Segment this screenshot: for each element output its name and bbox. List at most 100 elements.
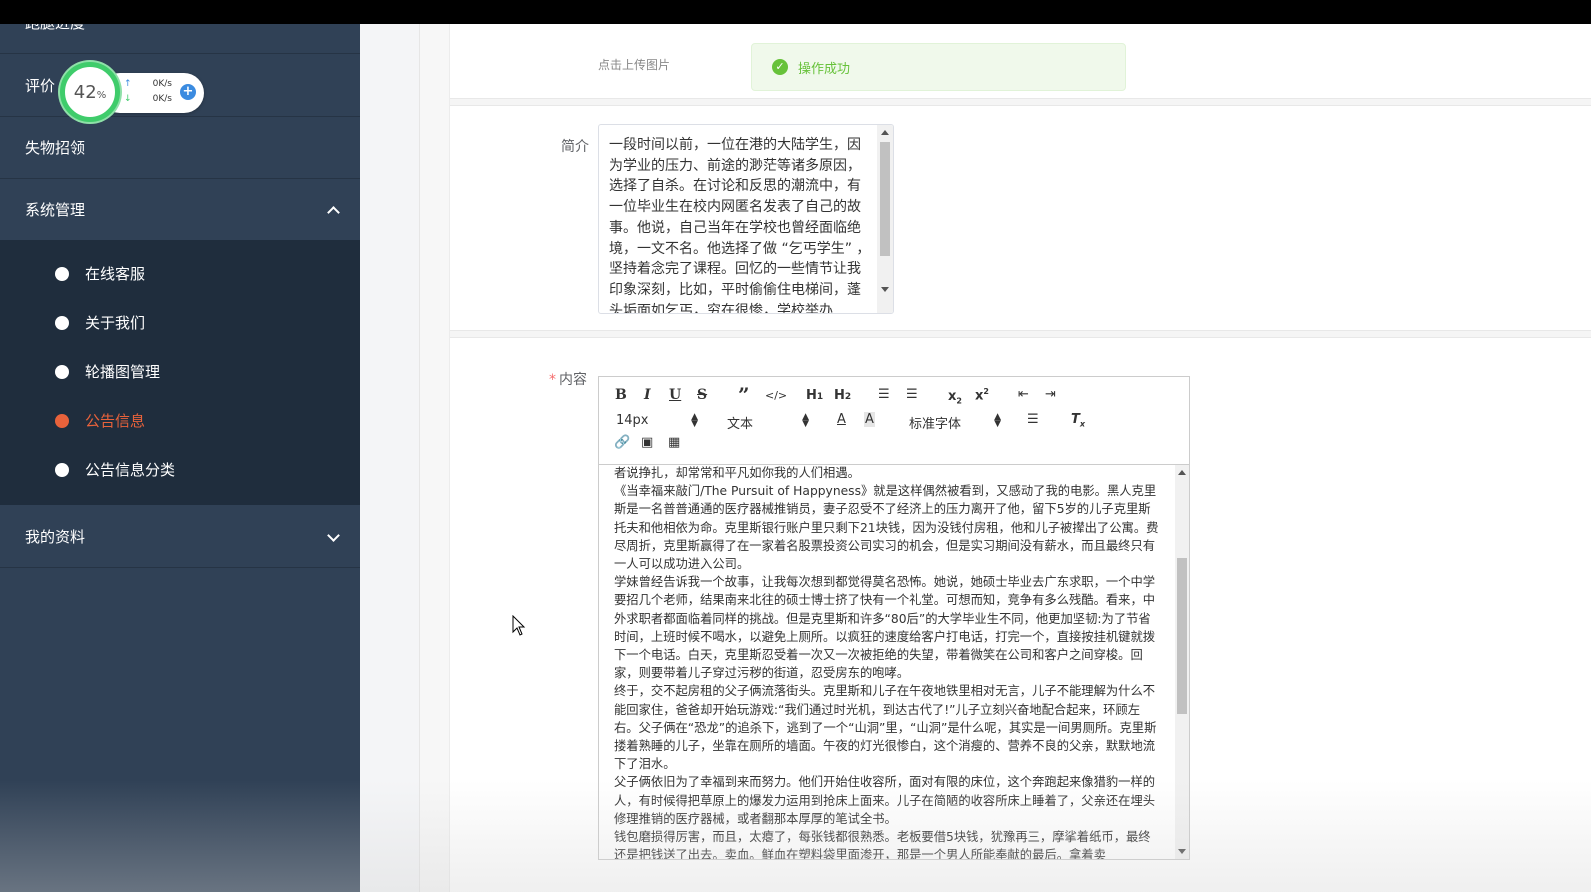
scroll-thumb[interactable] bbox=[1177, 558, 1187, 714]
upload-speed: ↑ 0K/s bbox=[124, 79, 172, 89]
mouse-cursor-icon bbox=[512, 615, 526, 636]
font-size-value: 14px bbox=[616, 413, 649, 428]
sidebar-item-label: 跑腿进度 bbox=[25, 24, 85, 33]
form-divider bbox=[450, 330, 1591, 338]
bold-icon[interactable]: B bbox=[615, 387, 627, 403]
editor-text: 者说挣扎，却常常和平凡如你我的人们相遇。 《当幸福来敲门/The Pursuit… bbox=[614, 465, 1159, 859]
updown-icon: ▲ ▼ bbox=[802, 412, 809, 429]
editor-paragraph: 者说挣扎，却常常和平凡如你我的人们相遇。 bbox=[614, 466, 860, 480]
font-family-value: 标准字体 bbox=[909, 417, 962, 432]
sidebar-item-errand-progress[interactable]: 跑腿进度 bbox=[0, 24, 360, 54]
submenu-item-online-service[interactable]: 在线客服 bbox=[0, 249, 360, 298]
editor-paragraph: 父子俩依旧为了幸福到来而努力。他们开始住收容所，面对有限的床位，这个奔跑起来像猎… bbox=[614, 775, 1156, 826]
sidebar-item-lost-found[interactable]: 失物招领 bbox=[0, 117, 360, 179]
editor-paragraph: 终于，交不起房租的父子俩流落街头。克里斯和儿子在午夜地铁里相对无言，儿子不能理解… bbox=[614, 684, 1157, 772]
check-circle-icon: ✓ bbox=[772, 59, 788, 75]
indent-icon[interactable]: ⇥ bbox=[1045, 387, 1056, 402]
editor-content-area[interactable]: 者说挣扎，却常常和平凡如你我的人们相遇。 《当幸福来敲门/The Pursuit… bbox=[599, 465, 1189, 859]
submenu-item-label: 在线客服 bbox=[85, 265, 146, 283]
block-type-value: 文本 bbox=[727, 417, 754, 432]
updown-icon: ▲ ▼ bbox=[691, 412, 698, 429]
success-toast: ✓ 操作成功 bbox=[751, 43, 1126, 91]
link-icon[interactable]: 🔗 bbox=[614, 435, 630, 450]
image-icon[interactable]: ▣ bbox=[641, 435, 653, 450]
heading-1-icon[interactable]: H1 bbox=[806, 388, 823, 403]
download-speed: ↓ 0K/s bbox=[124, 94, 172, 104]
intro-text: 一段时间以前，一位在港的大陆学生，因为学业的压力、前途的渺茫等诸多原因，选择了自… bbox=[609, 137, 871, 314]
superscript-icon[interactable]: x2 bbox=[975, 387, 989, 403]
updown-icon: ▲ ▼ bbox=[994, 412, 1001, 429]
scroll-down-icon[interactable] bbox=[881, 287, 889, 292]
submenu-item-carousel[interactable]: 轮播图管理 bbox=[0, 347, 360, 396]
outdent-icon[interactable]: ⇤ bbox=[1018, 387, 1029, 402]
sidebar-item-label: 失物招领 bbox=[25, 139, 86, 157]
video-icon[interactable]: ▦ bbox=[668, 435, 680, 450]
intro-label: 简介 bbox=[561, 139, 589, 155]
rich-text-editor: B I U S ” </> H1 H2 ☰ ☰ x2 x2 ⇤ ⇥ 14px ▲… bbox=[598, 376, 1190, 860]
submenu-item-announcement-categories[interactable]: 公告信息分类 bbox=[0, 445, 360, 494]
bullet-icon bbox=[55, 266, 69, 281]
arrow-down-icon: ↓ bbox=[124, 94, 132, 104]
submenu-item-label: 公告信息 bbox=[85, 412, 146, 430]
bullet-icon bbox=[55, 315, 69, 330]
memory-usage-circle: 42% bbox=[60, 62, 120, 122]
upload-speed-value: 0K/s bbox=[152, 79, 172, 89]
editor-scrollbar[interactable] bbox=[1175, 465, 1189, 859]
font-color-icon[interactable]: A bbox=[837, 412, 846, 427]
code-block-icon[interactable]: </> bbox=[765, 389, 787, 402]
intro-textarea[interactable]: 一段时间以前，一位在港的大陆学生，因为学业的压力、前途的渺茫等诸多原因，选择了自… bbox=[598, 124, 894, 314]
plus-icon[interactable]: + bbox=[180, 84, 196, 100]
scroll-up-icon[interactable] bbox=[881, 130, 889, 135]
toast-message: 操作成功 bbox=[798, 61, 851, 77]
subscript-icon[interactable]: x2 bbox=[948, 389, 962, 406]
top-black-bar bbox=[0, 0, 1591, 24]
submenu-item-label: 关于我们 bbox=[85, 314, 146, 332]
italic-icon[interactable]: I bbox=[644, 387, 651, 403]
ordered-list-icon[interactable]: ☰ bbox=[878, 387, 890, 402]
form-divider bbox=[450, 98, 1591, 106]
strikethrough-icon[interactable]: S bbox=[697, 387, 707, 403]
submenu-item-about-us[interactable]: 关于我们 bbox=[0, 298, 360, 347]
submenu-item-label: 轮播图管理 bbox=[85, 363, 161, 381]
upload-image-hint[interactable]: 点击上传图片 bbox=[598, 56, 670, 73]
clear-format-icon[interactable]: Tx bbox=[1071, 412, 1085, 429]
required-asterisk: * bbox=[549, 372, 556, 388]
underline-icon[interactable]: U bbox=[669, 387, 681, 403]
system-submenu: 在线客服 关于我们 轮播图管理 公告信息 公告信息分类 bbox=[0, 240, 360, 505]
heading-2-icon[interactable]: H2 bbox=[834, 388, 851, 403]
scroll-down-icon[interactable] bbox=[1178, 849, 1186, 854]
bullet-icon bbox=[55, 364, 69, 379]
intro-scrollbar[interactable] bbox=[877, 125, 893, 313]
percent-sign: % bbox=[96, 89, 107, 101]
scroll-up-icon[interactable] bbox=[1178, 470, 1186, 475]
editor-paragraph: 《当幸福来敲门/The Pursuit of Happyness》就是这样偶然被… bbox=[614, 484, 1159, 572]
submenu-item-announcements[interactable]: 公告信息 bbox=[0, 396, 360, 445]
content-left-margin bbox=[360, 24, 420, 892]
editor-paragraph: 学妹曾经告诉我一个故事，让我每次想到都觉得莫名恐怖。她说，她硕士毕业去广东求职，… bbox=[614, 575, 1156, 681]
content-label-text: 内容 bbox=[559, 372, 587, 388]
editor-paragraph: 钱包磨损得厉害，而且，太瘪了，每张钱都很熟悉。老板要借5块钱，犹豫再三，摩挲着纸… bbox=[614, 830, 1151, 859]
chevron-down-icon bbox=[327, 528, 340, 542]
network-speed-widget[interactable]: ↑ 0K/s ↓ 0K/s + 42% bbox=[60, 60, 204, 124]
scroll-thumb[interactable] bbox=[880, 142, 890, 256]
editor-toolbar: B I U S ” </> H1 H2 ☰ ☰ x2 x2 ⇤ ⇥ 14px ▲… bbox=[599, 377, 1189, 465]
background-color-icon[interactable]: A bbox=[864, 412, 875, 427]
content-label: * 内容 bbox=[549, 369, 587, 389]
chevron-up-icon bbox=[327, 205, 340, 219]
content-gap bbox=[420, 24, 450, 892]
sidebar-item-label: 我的资料 bbox=[25, 528, 86, 546]
bullet-list-icon[interactable]: ☰ bbox=[906, 387, 918, 402]
arrow-up-icon: ↑ bbox=[124, 79, 132, 89]
blockquote-icon[interactable]: ” bbox=[738, 383, 750, 407]
download-speed-value: 0K/s bbox=[152, 94, 172, 104]
sidebar-item-my-profile[interactable]: 我的资料 bbox=[0, 506, 360, 568]
block-type-picker[interactable]: 文本 ▲ ▼ bbox=[727, 412, 809, 433]
font-family-picker[interactable]: 标准字体 ▲ ▼ bbox=[909, 412, 1001, 433]
align-icon[interactable]: ☰ bbox=[1027, 412, 1039, 427]
sidebar-item-system-management[interactable]: 系统管理 bbox=[0, 179, 360, 241]
submenu-item-label: 公告信息分类 bbox=[85, 461, 176, 479]
font-size-picker[interactable]: 14px ▲ ▼ bbox=[616, 412, 698, 429]
bullet-icon bbox=[55, 413, 69, 428]
sidebar-item-label: 系统管理 bbox=[25, 201, 86, 219]
sidebar-item-label: 评价 bbox=[25, 77, 56, 95]
